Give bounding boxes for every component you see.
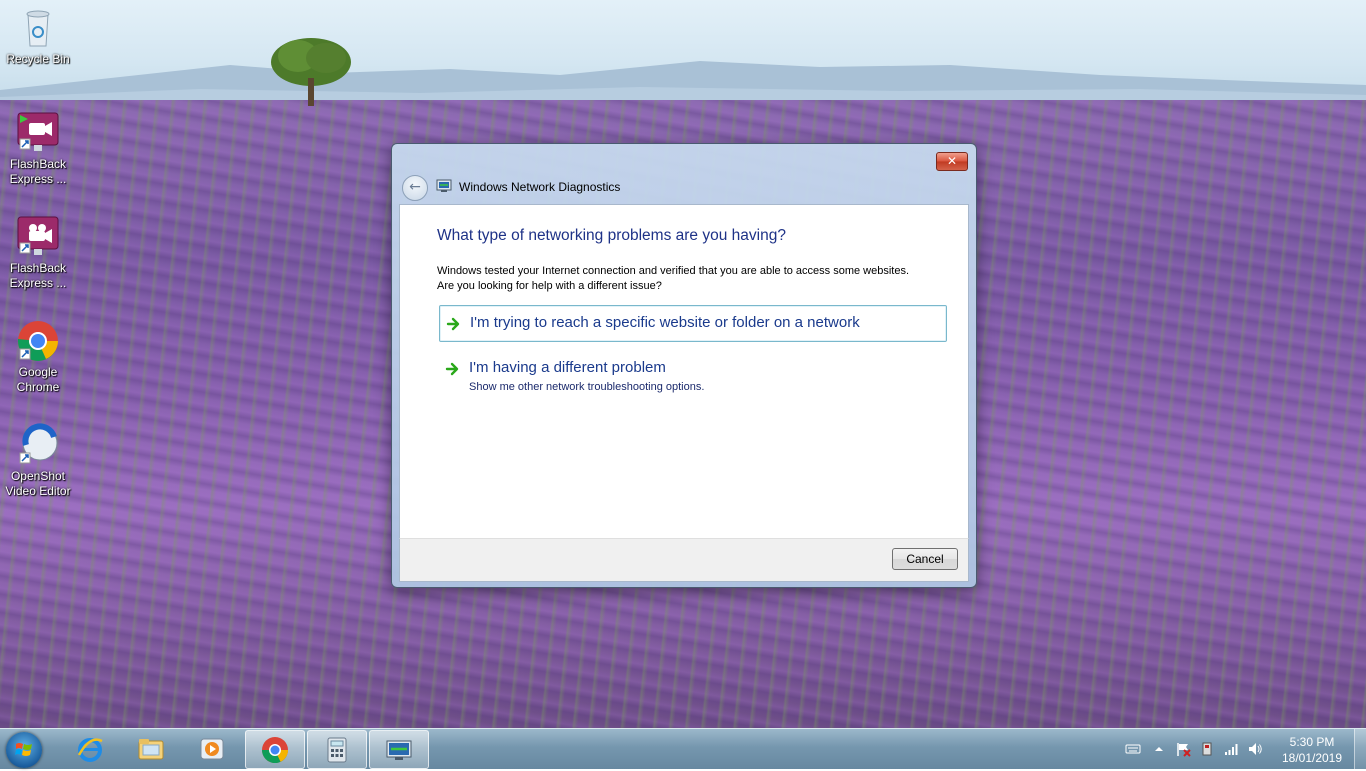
green-arrow-icon [445,362,459,376]
taskbar-media-player[interactable] [183,730,241,767]
green-arrow-icon [446,317,460,331]
start-button[interactable] [6,732,42,768]
info-line: Are you looking for help with a differen… [437,280,662,292]
desktop-icon-label: FlashBack [9,157,67,171]
safely-remove-hardware-icon[interactable] [1199,741,1215,757]
desktop-icon-label: Express ... [9,172,67,186]
taskbar: 5:30 PM 18/01/2019 [0,728,1366,769]
cancel-button[interactable]: Cancel [892,548,958,570]
taskbar-calculator[interactable] [307,730,367,769]
desktop-icon-label: Video Editor [5,484,71,498]
desktop-icon-label: Chrome [16,380,60,394]
info-text: Windows tested your Internet connection … [437,264,957,294]
calculator-icon [327,737,347,763]
desktop-icon-label: Google [18,365,58,379]
taskbar-file-explorer[interactable] [122,730,180,767]
show-desktop-button[interactable] [1354,729,1366,769]
close-icon: ✕ [946,154,958,168]
flashback-express-icon [16,215,60,259]
network-diagnostics-icon [436,179,452,192]
back-button[interactable]: ← [402,175,428,201]
openshot-icon [16,423,60,467]
desktop-icon-recycle-bin[interactable]: Recycle Bin [0,6,76,67]
network-diagnostics-icon [386,740,412,760]
clock-date: 18/01/2019 [1281,751,1343,765]
action-center-flag-icon[interactable] [1175,741,1191,757]
dialog-footer: Cancel [399,538,969,582]
wallpaper-tree [271,38,351,106]
media-player-icon [200,738,224,760]
desktop-icon-google-chrome[interactable]: Google Chrome [0,319,76,395]
chrome-icon [261,737,289,764]
desktop-icon-flashback-express-1[interactable]: FlashBack Express ... [0,111,76,187]
info-line: Windows tested your Internet connection … [437,265,910,277]
windows-logo-icon [15,743,32,756]
clock-time: 5:30 PM [1289,735,1335,749]
page-heading: What type of networking problems are you… [437,227,786,244]
chrome-icon [16,319,60,363]
option-label: I'm having a different problem [469,359,666,376]
desktop-icon-label: Recycle Bin [6,52,70,66]
desktop-icon-openshot[interactable]: OpenShot Video Editor [0,423,76,499]
taskbar-network-diagnostics[interactable] [369,730,429,769]
desktop-icon-label: OpenShot [10,469,66,483]
taskbar-chrome[interactable] [245,730,305,769]
option-description: Show me other network troubleshooting op… [469,381,705,393]
network-signal-icon[interactable] [1224,741,1240,757]
show-hidden-icons-chevron-icon[interactable] [1151,741,1167,757]
clock[interactable]: 5:30 PM 18/01/2019 [1272,734,1352,766]
file-explorer-icon [138,739,164,760]
volume-icon[interactable] [1247,741,1263,757]
dialog-content: What type of networking problems are you… [399,204,969,540]
desktop-icon-flashback-express-2[interactable]: FlashBack Express ... [0,215,76,291]
desktop-icon-label: Express ... [9,276,67,290]
option-reach-specific-website[interactable]: I'm trying to reach a specific website o… [439,305,947,342]
recycle-bin-icon [16,6,60,50]
flashback-express-icon [16,111,60,155]
desktop-icon-label: FlashBack [9,261,67,275]
internet-explorer-icon [77,738,103,762]
back-arrow-icon: ← [409,179,421,195]
option-label: I'm trying to reach a specific website o… [470,314,860,331]
option-different-problem[interactable]: I'm having a different problem Show me o… [439,351,945,399]
keyboard-icon[interactable] [1125,741,1141,757]
dialog-title: Windows Network Diagnostics [459,180,621,194]
network-diagnostics-dialog: ✕ ← Windows Network Diagnostics What typ… [391,143,977,588]
close-button[interactable]: ✕ [936,152,968,171]
taskbar-internet-explorer[interactable] [61,730,119,767]
